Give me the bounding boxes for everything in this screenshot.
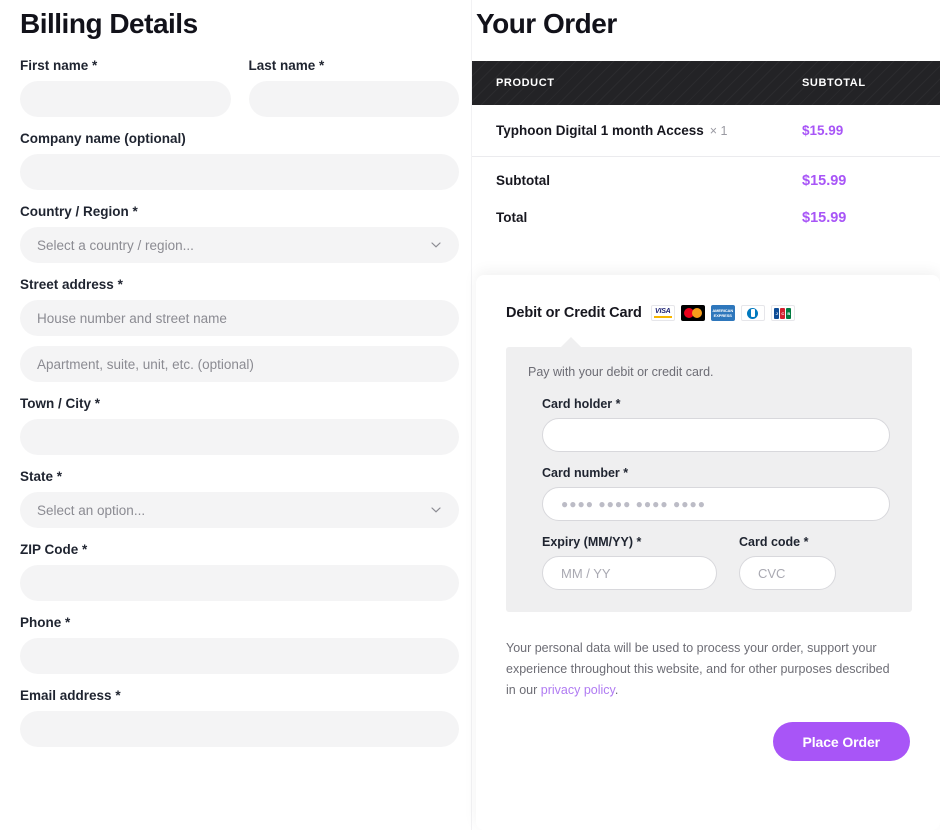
name-row: First name * Last name *: [20, 58, 459, 117]
total-label: Total: [496, 210, 528, 225]
product-quantity: × 1: [709, 124, 728, 138]
required-marker: *: [117, 277, 123, 292]
first-name-group: First name *: [20, 58, 231, 117]
required-marker: *: [115, 688, 121, 703]
total-value: $15.99: [802, 209, 847, 226]
town-city-input[interactable]: [20, 419, 459, 455]
last-name-label: Last name *: [248, 58, 325, 73]
zip-code-input[interactable]: [20, 565, 459, 601]
expiry-input[interactable]: MM / YY: [542, 556, 717, 590]
required-marker: *: [82, 542, 88, 557]
privacy-notice-tail: .: [614, 683, 619, 697]
total-row: Total $15.99: [472, 199, 940, 236]
required-marker: *: [65, 615, 71, 630]
your-order-section: Your Order PRODUCT SUBTOTAL Typhoon Digi…: [472, 0, 940, 830]
street-address-label: Street address *: [20, 277, 123, 292]
country-region-placeholder: Select a country / region...: [37, 237, 194, 253]
order-table-header: PRODUCT SUBTOTAL: [472, 61, 940, 105]
card-code-group: Card code * CVC: [739, 535, 836, 590]
company-name-label: Company name (optional): [20, 131, 186, 146]
email-address-input[interactable]: [20, 711, 459, 747]
column-header-product: PRODUCT: [496, 77, 555, 89]
accepted-cards: VISA AMERICAN EXPRESS JCB: [650, 305, 795, 321]
last-name-input[interactable]: [248, 81, 459, 117]
state-select[interactable]: Select an option...: [20, 492, 459, 528]
phone-input[interactable]: [20, 638, 459, 674]
required-marker: *: [132, 204, 138, 219]
privacy-policy-link[interactable]: privacy policy: [541, 683, 615, 697]
required-marker: *: [92, 58, 98, 73]
company-name-input[interactable]: [20, 154, 459, 190]
card-holder-label: Card holder *: [542, 397, 621, 411]
mastercard-card-icon: [680, 305, 705, 321]
phone-label: Phone *: [20, 615, 71, 630]
order-title: Your Order: [476, 8, 617, 39]
product-price-cell: $15.99: [802, 123, 844, 138]
required-marker: *: [803, 535, 809, 549]
product-name-cell: Typhoon Digital 1 month Access × 1: [496, 123, 802, 138]
page-title: Billing Details: [20, 8, 198, 39]
card-code-input[interactable]: CVC: [739, 556, 836, 590]
order-summary-table: PRODUCT SUBTOTAL Typhoon Digital 1 month…: [472, 61, 940, 236]
email-address-label: Email address *: [20, 688, 121, 703]
card-payment-panel: Pay with your debit or credit card. Card…: [506, 347, 912, 612]
subtotal-label: Subtotal: [496, 173, 550, 188]
required-marker: *: [56, 469, 63, 484]
first-name-input[interactable]: [20, 81, 231, 117]
expiry-label: Expiry (MM/YY) *: [542, 535, 642, 549]
payment-panel-pointer: [561, 337, 581, 347]
card-number-input[interactable]: ●●●● ●●●● ●●●● ●●●●: [542, 487, 890, 521]
country-region-select[interactable]: Select a country / region...: [20, 227, 459, 263]
product-name: Typhoon Digital 1 month Access: [496, 123, 704, 138]
subtotal-row: Subtotal $15.99: [472, 162, 940, 199]
checkout-page: Billing Details First name * Last name *: [0, 0, 940, 830]
payment-section: Debit or Credit Card VISA AMERICAN EXPRES…: [476, 275, 940, 830]
subtotal-value: $15.99: [802, 172, 847, 189]
jcb-card-icon: JCB: [770, 305, 795, 321]
table-row: Typhoon Digital 1 month Access × 1 $15.99: [472, 105, 940, 157]
first-name-label: First name *: [20, 58, 98, 73]
state-placeholder: Select an option...: [37, 502, 146, 518]
street-address-line2-input[interactable]: Apartment, suite, unit, etc. (optional): [20, 346, 459, 382]
chevron-down-icon: [431, 507, 441, 514]
zip-code-label: ZIP Code *: [20, 542, 88, 557]
privacy-notice: Your personal data will be used to proce…: [506, 638, 901, 701]
payment-method-label: Debit or Credit Card: [506, 305, 642, 321]
required-marker: *: [319, 58, 325, 73]
required-marker: *: [94, 396, 101, 411]
card-code-label: Card code *: [739, 535, 809, 549]
street-address-line1-input[interactable]: House number and street name: [20, 300, 459, 336]
diners-club-card-icon: [740, 305, 765, 321]
required-marker: *: [615, 397, 621, 411]
place-order-button[interactable]: Place Order: [772, 722, 910, 761]
last-name-group: Last name *: [248, 58, 459, 117]
chevron-down-icon: [431, 242, 441, 249]
card-number-label: Card number *: [542, 466, 629, 480]
expiry-group: Expiry (MM/YY) * MM / YY: [542, 535, 717, 590]
amex-card-icon: AMERICAN EXPRESS: [710, 305, 735, 321]
required-marker: *: [636, 535, 642, 549]
expiry-cvc-row: Expiry (MM/YY) * MM / YY Card code * CVC: [528, 535, 890, 590]
payment-method-row[interactable]: Debit or Credit Card VISA AMERICAN EXPRES…: [506, 303, 912, 323]
required-marker: *: [623, 466, 629, 480]
state-label: State *: [20, 469, 63, 484]
payment-description: Pay with your debit or credit card.: [528, 365, 714, 379]
country-region-label: Country / Region *: [20, 204, 138, 219]
town-city-label: Town / City *: [20, 396, 101, 411]
billing-details-section: Billing Details First name * Last name *: [0, 0, 472, 830]
card-holder-input[interactable]: [542, 418, 890, 452]
place-order-row: Place Order: [506, 722, 912, 761]
visa-card-icon: VISA: [650, 305, 675, 321]
column-header-subtotal: SUBTOTAL: [802, 77, 866, 89]
